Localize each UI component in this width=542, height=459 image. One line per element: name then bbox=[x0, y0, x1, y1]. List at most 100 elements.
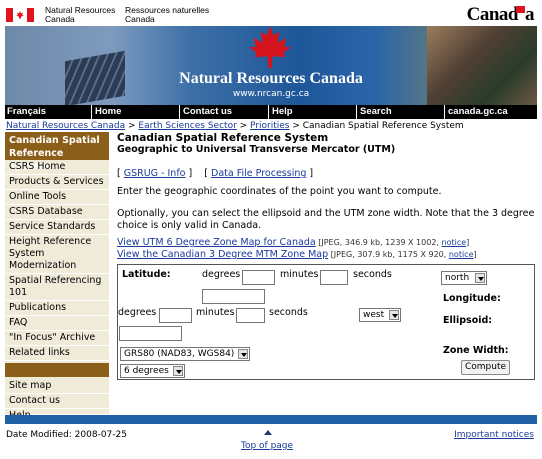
latitude-label: Latitude: bbox=[122, 269, 171, 280]
dept-name-en: Natural Resources Canada bbox=[45, 6, 115, 24]
breadcrumb-priorities[interactable]: Priorities bbox=[250, 121, 289, 131]
lon-seconds-input[interactable] bbox=[119, 326, 182, 341]
zone-width-label: Zone Width: bbox=[443, 345, 509, 356]
data-file-processing-link[interactable]: Data File Processing bbox=[211, 168, 306, 179]
dept-en-line2: Canada bbox=[45, 14, 75, 24]
breadcrumb-nrcan[interactable]: Natural Resources Canada bbox=[6, 121, 125, 131]
banner-url: www.nrcan.gc.ca bbox=[232, 89, 310, 99]
breadcrumb-current: Canadian Spatial Reference System bbox=[302, 121, 464, 131]
banner: Natural Resources Canada www.nrcan.gc.ca bbox=[5, 26, 537, 105]
lat-degrees-input[interactable] bbox=[242, 270, 275, 285]
nav-divider bbox=[91, 105, 92, 119]
intro-text: Enter the geographic coordinates of the … bbox=[117, 186, 442, 197]
lat-degrees-label: degrees bbox=[202, 269, 241, 280]
sidebar-item-service-standards[interactable]: Service Standards bbox=[5, 220, 109, 235]
lat-seconds-label: seconds bbox=[353, 269, 392, 280]
chevron-down-icon bbox=[475, 273, 485, 283]
sidebar-divider bbox=[5, 363, 109, 377]
sidebar-heading[interactable]: Canadian Spatial Reference System bbox=[5, 132, 109, 172]
canada-wordmark: Canad a bbox=[466, 4, 535, 26]
sidebar-item-csrs-home[interactable]: CSRS Home bbox=[5, 160, 109, 175]
lon-minutes-input[interactable] bbox=[236, 308, 265, 323]
nav-divider bbox=[356, 105, 357, 119]
mtm-map-link[interactable]: View the Canadian 3 Degree MTM Zone Map bbox=[117, 249, 328, 260]
nav-canada[interactable]: canada.gc.ca bbox=[448, 106, 508, 117]
mtm-map-meta-close: ] bbox=[473, 250, 477, 259]
sidebar-item-site-map[interactable]: Site map bbox=[5, 379, 109, 394]
chevron-down-icon bbox=[389, 310, 399, 320]
sidebar-item-products[interactable]: Products & Services bbox=[5, 175, 109, 190]
sidebar-item-faq[interactable]: FAQ bbox=[5, 316, 109, 331]
nav-divider bbox=[179, 105, 180, 119]
lat-minutes-input[interactable] bbox=[320, 270, 348, 285]
chevron-down-icon bbox=[173, 366, 183, 376]
longitude-label: Longitude: bbox=[443, 293, 501, 304]
hemisphere-ew-value: west bbox=[363, 310, 385, 320]
nav-home[interactable]: Home bbox=[95, 106, 121, 117]
optional-text: Optionally, you can select the ellipsoid… bbox=[117, 208, 535, 231]
page-title: Canadian Spatial Reference System bbox=[117, 132, 329, 144]
utm-map-line: View UTM 6 Degree Zone Map for Canada [J… bbox=[117, 237, 469, 248]
tool-links: [ GSRUG - Info ] [ Data File Processing … bbox=[117, 168, 314, 179]
top-of-page-link[interactable]: Top of page bbox=[241, 441, 293, 451]
nav-divider bbox=[268, 105, 269, 119]
ellipsoid-select[interactable]: GRS80 (NAD83, WGS84) bbox=[120, 347, 250, 361]
lon-minutes-label: minutes bbox=[196, 307, 235, 318]
nav-francais[interactable]: Français bbox=[7, 106, 46, 117]
sidebar-item-contact[interactable]: Contact us bbox=[5, 394, 109, 409]
important-notices-link[interactable]: Important notices bbox=[454, 430, 534, 440]
footer-bar bbox=[5, 415, 537, 424]
utm-map-meta-close: ] bbox=[466, 238, 470, 247]
zone-width-select[interactable]: 6 degrees bbox=[120, 364, 185, 378]
sidebar: Canadian Spatial Reference System CSRS H… bbox=[5, 132, 109, 424]
wordmark-text: Canad bbox=[466, 4, 519, 25]
sidebar-item-in-focus[interactable]: "In Focus" Archive bbox=[5, 331, 109, 346]
hemisphere-ns-select[interactable]: north bbox=[441, 271, 487, 285]
lon-degrees-input[interactable] bbox=[159, 308, 192, 323]
lon-seconds-label: seconds bbox=[269, 307, 308, 318]
ellipsoid-label: Ellipsoid: bbox=[443, 315, 493, 326]
nav-search[interactable]: Search bbox=[360, 106, 392, 117]
date-modified: Date Modified: 2008-07-25 bbox=[6, 430, 127, 440]
nav-contact[interactable]: Contact us bbox=[183, 106, 232, 117]
chevron-down-icon bbox=[238, 349, 248, 359]
utm-map-link[interactable]: View UTM 6 Degree Zone Map for Canada bbox=[117, 237, 316, 248]
sidebar-item-height-reference[interactable]: Height Reference System Modernization bbox=[5, 235, 109, 274]
breadcrumb: Natural Resources Canada > Earth Science… bbox=[6, 121, 464, 131]
main-content: Canadian Spatial Reference System Geogra… bbox=[117, 132, 535, 260]
lat-minutes-label: minutes bbox=[280, 269, 319, 280]
compute-button[interactable]: Compute bbox=[461, 360, 510, 375]
hemisphere-ew-select[interactable]: west bbox=[359, 308, 401, 322]
top-nav: Français Home Contact us Help Search can… bbox=[5, 105, 537, 119]
sidebar-item-related-links[interactable]: Related links bbox=[5, 346, 109, 361]
sidebar-item-publications[interactable]: Publications bbox=[5, 301, 109, 316]
breadcrumb-ess[interactable]: Earth Sciences Sector bbox=[138, 121, 236, 131]
breadcrumb-separator: > bbox=[125, 121, 139, 131]
mtm-map-notice-link[interactable]: notice bbox=[449, 250, 474, 259]
nav-help[interactable]: Help bbox=[272, 106, 293, 117]
sidebar-item-csrs-database[interactable]: CSRS Database bbox=[5, 205, 109, 220]
dept-fr-line2: Canada bbox=[125, 14, 155, 24]
wordmark-flag-icon bbox=[516, 6, 525, 13]
page-subtitle: Geographic to Universal Transverse Merca… bbox=[117, 144, 396, 155]
canada-flag-icon bbox=[6, 8, 34, 22]
sidebar-item-online-tools[interactable]: Online Tools bbox=[5, 190, 109, 205]
sidebar-item-spatial-referencing[interactable]: Spatial Referencing 101 bbox=[5, 274, 109, 301]
nav-divider bbox=[444, 105, 445, 119]
dept-name-fr: Ressources naturelles Canada bbox=[125, 6, 209, 24]
gsrug-info-link[interactable]: GSRUG - Info bbox=[124, 168, 186, 179]
zone-width-value: 6 degrees bbox=[124, 366, 169, 376]
utm-map-notice-link[interactable]: notice bbox=[442, 238, 467, 247]
ellipsoid-value: GRS80 (NAD83, WGS84) bbox=[124, 349, 235, 359]
arrow-up-icon[interactable] bbox=[264, 430, 272, 435]
lon-degrees-label: degrees bbox=[118, 307, 157, 318]
mtm-map-meta: [JPEG, 307.9 kb, 1175 X 920, bbox=[328, 250, 449, 259]
wordmark-text-end: a bbox=[525, 4, 535, 25]
utm-map-meta: [JPEG, 346.9 kb, 1239 X 1002, bbox=[315, 238, 442, 247]
conversion-form: Latitude: degrees minutes seconds north … bbox=[117, 264, 535, 380]
fip-header: Natural Resources Canada Ressources natu… bbox=[0, 0, 542, 26]
breadcrumb-separator: > bbox=[236, 121, 251, 131]
mtm-map-line: View the Canadian 3 Degree MTM Zone Map … bbox=[117, 249, 477, 260]
banner-title: Natural Resources Canada bbox=[179, 70, 363, 87]
lat-seconds-input[interactable] bbox=[202, 289, 265, 304]
